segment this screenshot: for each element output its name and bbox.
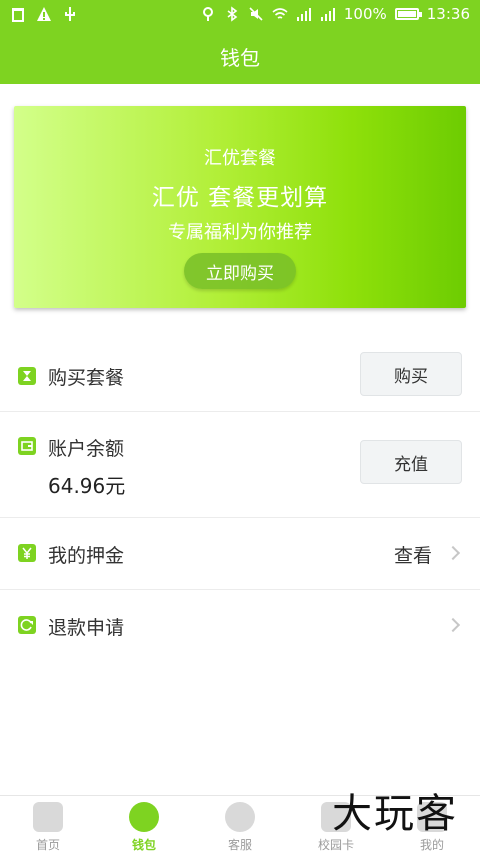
chevron-right-icon	[445, 617, 461, 633]
recharge-button[interactable]: 充值	[360, 440, 462, 484]
buy-button[interactable]: 购买	[360, 352, 462, 396]
battery-icon	[394, 8, 422, 20]
tab-home[interactable]: 首页	[0, 796, 96, 853]
yen-icon	[18, 544, 36, 562]
wallet-icon	[129, 802, 159, 832]
warning-icon	[36, 6, 52, 22]
usb-icon	[62, 6, 78, 22]
buy-package-row: 购买套餐 购买	[0, 338, 480, 412]
headset-icon	[225, 802, 255, 832]
watermark: 大玩客	[332, 791, 458, 837]
tab-service[interactable]: 客服	[192, 796, 288, 853]
clock: 13:36	[426, 5, 470, 23]
refund-row[interactable]: 退款申请	[0, 590, 480, 662]
tab-service-label: 客服	[227, 838, 252, 852]
refresh-icon	[18, 616, 36, 634]
home-icon	[33, 802, 63, 832]
trash-icon	[10, 6, 26, 22]
refund-label: 退款申请	[48, 617, 125, 639]
location-icon	[200, 6, 216, 22]
status-bar: 100% 13:36	[0, 0, 480, 28]
signal-icon	[320, 6, 336, 22]
balance-label: 账户余额	[48, 438, 125, 460]
signal-icon	[296, 6, 312, 22]
page-title: 钱包	[220, 45, 260, 70]
deposit-row[interactable]: 我的押金 查看	[0, 518, 480, 590]
view-link[interactable]: 查看	[394, 541, 432, 568]
promo-banner[interactable]: 汇优套餐 汇优 套餐更划算 专属福利为你推荐 立即购买	[14, 106, 466, 308]
banner-line3: 专属福利为你推荐	[168, 222, 312, 243]
tab-wallet-label: 钱包	[131, 838, 156, 852]
wallet-icon	[18, 437, 36, 455]
balance-amount: 64.96元	[48, 474, 126, 498]
bluetooth-icon	[224, 6, 240, 22]
mute-icon	[248, 6, 264, 22]
header-bar: 钱包	[0, 28, 480, 84]
balance-row: 账户余额 64.96元 充值	[0, 412, 480, 518]
tab-home-label: 首页	[35, 838, 60, 852]
chevron-right-icon	[445, 545, 461, 561]
hourglass-icon	[18, 367, 36, 385]
tab-wallet[interactable]: 钱包	[96, 796, 192, 853]
buy-package-label: 购买套餐	[48, 367, 125, 389]
banner-line2: 汇优 套餐更划算	[151, 185, 329, 211]
banner-line1: 汇优套餐	[204, 148, 276, 169]
deposit-label: 我的押金	[48, 545, 125, 567]
wifi-icon	[272, 6, 288, 22]
buy-now-button[interactable]: 立即购买	[184, 253, 296, 289]
battery-percent: 100%	[343, 5, 387, 23]
